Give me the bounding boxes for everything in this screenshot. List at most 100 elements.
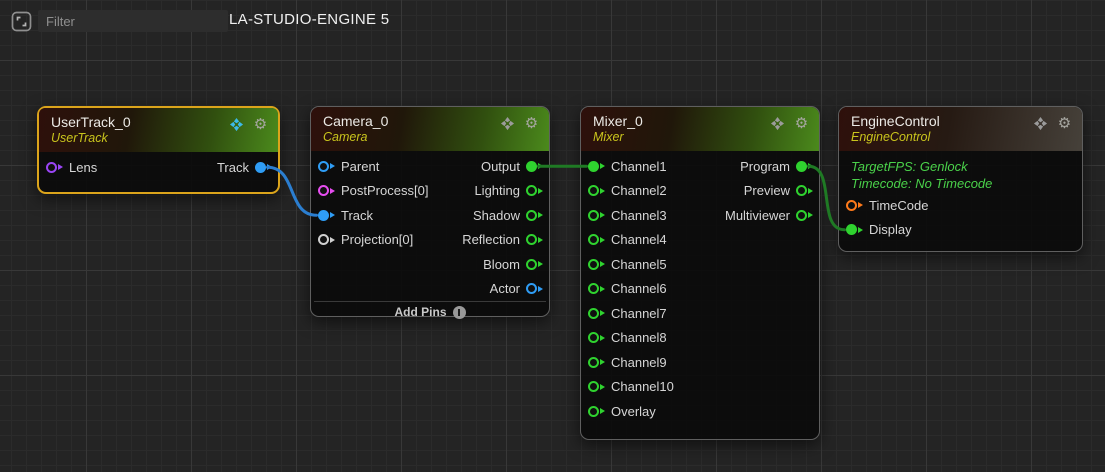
node-subtitle: EngineControl [851,130,1070,146]
move-icon[interactable] [770,116,785,131]
pin-in-channel6[interactable]: Channel6 [588,281,667,296]
pin-label: Multiviewer [725,208,790,223]
pin-label: Channel4 [611,232,667,247]
node-header[interactable]: UserTrack_0UserTrack⚙ [39,108,278,152]
pin-in-lens[interactable]: Lens [46,160,97,175]
pin-out-bloom[interactable]: Bloom [483,257,543,272]
pin-in-parent[interactable]: Parent [318,159,379,174]
pin-in-projection-0[interactable]: Projection[0] [318,232,413,247]
pin-row: Channel1 Program [581,154,819,179]
node-camera-0[interactable]: Camera_0Camera⚙ Parent Output PostProcess[0… [310,106,550,317]
pin-arrow-icon [538,286,543,292]
pin-in-overlay[interactable]: Overlay [588,404,656,419]
pin-out-output[interactable]: Output [481,159,543,174]
pin-dot-icon [588,210,599,221]
pin-arrow-icon [600,212,605,218]
pin-dot-icon [526,283,537,294]
pin-in-postprocess-0[interactable]: PostProcess[0] [318,183,428,198]
pin-label: Actor [490,281,520,296]
pin-row: Overlay [581,399,819,424]
pin-arrow-icon [538,212,543,218]
pin-arrow-icon [600,359,605,365]
pin-dot-icon [588,161,599,172]
pin-dot-icon [526,259,537,270]
move-icon[interactable] [229,117,244,132]
node-body: TargetFPS: GenlockTimecode: No TimecodeT… [839,151,1082,251]
gear-icon[interactable]: ⚙ [1057,116,1072,131]
node-graph-canvas[interactable]: LA-STUDIO-ENGINE 5 UserTrack_0UserTrack⚙… [0,0,1105,472]
pin-arrow-icon [808,188,813,194]
pin-in-channel4[interactable]: Channel4 [588,232,667,247]
pin-dot-icon [588,234,599,245]
pin-out-lighting[interactable]: Lighting [474,183,543,198]
pin-out-reflection[interactable]: Reflection [462,232,543,247]
pin-in-display[interactable]: Display [846,222,912,237]
pin-in-track[interactable]: Track [318,208,373,223]
pin-label: Program [740,159,790,174]
pin-in-channel2[interactable]: Channel2 [588,183,667,198]
pin-in-channel1[interactable]: Channel1 [588,159,667,174]
pin-row: PostProcess[0] Lighting [311,179,549,204]
pin-arrow-icon [58,164,63,170]
node-subtitle: Mixer [593,130,807,146]
engine-title: LA-STUDIO-ENGINE 5 [229,11,389,28]
node-enginecontrol[interactable]: EngineControlEngineControl⚙TargetFPS: Ge… [838,106,1083,252]
add-pins-button[interactable]: Add Pins [311,302,549,325]
fit-view-button[interactable] [11,11,32,32]
pin-dot-icon [588,185,599,196]
pin-label: Channel3 [611,208,667,223]
node-header[interactable]: Mixer_0Mixer⚙ [581,107,819,151]
pin-dot-icon [318,161,329,172]
gear-icon[interactable]: ⚙ [524,116,539,131]
pin-arrow-icon [330,188,335,194]
pin-in-channel3[interactable]: Channel3 [588,208,667,223]
pin-out-actor[interactable]: Actor [490,281,543,296]
node-usertrack-0[interactable]: UserTrack_0UserTrack⚙ Lens Track [37,106,280,194]
pin-out-track[interactable]: Track [217,160,272,175]
gear-icon[interactable]: ⚙ [253,117,268,132]
pin-arrow-icon [600,286,605,292]
pin-in-timecode[interactable]: TimeCode [846,198,928,213]
pin-arrow-icon [858,227,863,233]
pin-arrow-icon [538,188,543,194]
add-pins-icon [453,306,466,319]
gear-icon[interactable]: ⚙ [794,116,809,131]
pin-dot-icon [588,381,599,392]
node-header[interactable]: Camera_0Camera⚙ [311,107,549,151]
node-header[interactable]: EngineControlEngineControl⚙ [839,107,1082,151]
move-icon[interactable] [500,116,515,131]
pin-dot-icon [846,200,857,211]
pin-out-shadow[interactable]: Shadow [473,208,543,223]
pin-arrow-icon [538,237,543,243]
pin-dot-icon [526,161,537,172]
pin-dot-icon [796,185,807,196]
pin-in-channel5[interactable]: Channel5 [588,257,667,272]
pin-in-channel10[interactable]: Channel10 [588,379,674,394]
pin-out-multiviewer[interactable]: Multiviewer [725,208,813,223]
pin-dot-icon [588,308,599,319]
pin-row: Display [839,218,1082,243]
pin-in-channel8[interactable]: Channel8 [588,330,667,345]
pin-arrow-icon [600,408,605,414]
node-subtitle: Camera [323,130,537,146]
pin-in-channel7[interactable]: Channel7 [588,306,667,321]
move-icon[interactable] [1033,116,1048,131]
pin-out-preview[interactable]: Preview [744,183,813,198]
pin-label: Track [341,208,373,223]
pin-in-channel9[interactable]: Channel9 [588,355,667,370]
pin-dot-icon [255,162,266,173]
filter-input[interactable] [38,10,228,32]
pin-out-program[interactable]: Program [740,159,813,174]
pin-arrow-icon [538,261,543,267]
gear-glyph: ⚙ [254,117,267,132]
pin-dot-icon [526,185,537,196]
pin-arrow-icon [600,237,605,243]
pin-row: Channel10 [581,375,819,400]
pin-dot-icon [526,210,537,221]
pin-arrow-icon [330,212,335,218]
pin-dot-icon [318,210,329,221]
pin-row: Parent Output [311,154,549,179]
node-mixer-0[interactable]: Mixer_0Mixer⚙ Channel1 Program Channel2 Prev… [580,106,820,440]
pin-arrow-icon [600,188,605,194]
pin-label: Overlay [611,404,656,419]
